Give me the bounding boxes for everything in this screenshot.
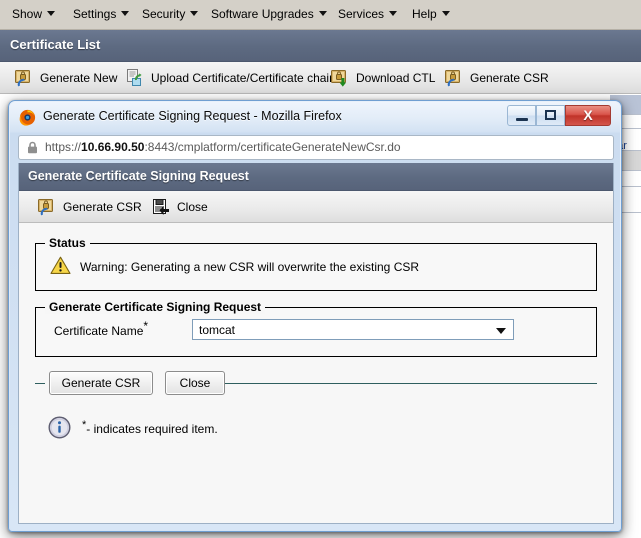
chevron-down-icon [389, 11, 398, 17]
csr-form-fieldset: Generate Certificate Signing Request Cer… [35, 300, 597, 357]
toolbar-button-upload-certificate[interactable]: Upload Certificate/Certificate chain [121, 62, 340, 94]
menu-label: Help [412, 7, 437, 21]
dialog-toolbar-generate-csr[interactable]: Generate CSR [33, 191, 146, 223]
dialog-action-buttons: Generate CSR Close [35, 371, 597, 395]
menu-label: Software Upgrades [211, 7, 314, 21]
lock-icon [27, 141, 38, 154]
certificate-refresh-icon [37, 197, 57, 217]
dialog-window-title: Generate Certificate Signing Request - M… [43, 109, 342, 123]
dialog-header-bar: Generate Certificate Signing Request [19, 163, 613, 191]
dialog-titlebar[interactable]: Generate Certificate Signing Request - M… [10, 102, 621, 133]
url-text: https://10.66.90.50:8443/cmplatform/cert… [45, 140, 401, 154]
warning-triangle-icon [50, 256, 71, 278]
toolbar-button-generate-new[interactable]: Generate New [10, 62, 121, 94]
minimize-icon [516, 118, 528, 121]
menu-label: Show [12, 7, 43, 21]
dialog-header-title: Generate Certificate Signing Request [28, 169, 249, 183]
toolbar-label: Generate New [40, 71, 118, 85]
close-button[interactable]: X [565, 105, 611, 126]
chevron-down-icon [121, 11, 130, 17]
url-host: 10.66.90.50 [81, 140, 145, 154]
dialog-toolbar-close[interactable]: Close [147, 191, 212, 223]
certificate-refresh-icon [444, 68, 464, 88]
chevron-down-icon [496, 328, 506, 334]
status-fieldset: Status Warning: Generating a new CSR wil… [35, 236, 597, 291]
generate-csr-button[interactable]: Generate CSR [49, 371, 153, 395]
close-button-form[interactable]: Close [165, 371, 225, 395]
certificate-name-label: Certificate Name* [54, 320, 148, 338]
toolbar-label: Close [177, 200, 208, 214]
certificate-name-select[interactable]: tomcat [192, 319, 514, 340]
dialog-content: Generate Certificate Signing Request Gen… [18, 163, 614, 524]
menu-label: Services [338, 7, 385, 21]
status-warning-row: Warning: Generating a new CSR will overw… [50, 256, 419, 278]
menu-item-show[interactable]: Show [6, 0, 61, 29]
main-menubar: Show Settings Security Software Upgrades… [0, 0, 641, 30]
field-label-text: Certificate Name [54, 324, 144, 338]
chevron-down-icon [190, 11, 199, 17]
generate-csr-dialog-window: Generate Certificate Signing Request - M… [8, 100, 622, 532]
required-marker: * [143, 319, 149, 333]
menu-item-software-upgrades[interactable]: Software Upgrades [205, 0, 333, 29]
toolbar-button-generate-csr[interactable]: Generate CSR [440, 62, 553, 94]
url-path: :8443/cmplatform/certificateGenerateNewC… [144, 140, 401, 154]
required-item-note: *- indicates required item. [48, 416, 218, 442]
url-scheme: https:// [45, 140, 82, 154]
certificate-download-icon [330, 68, 350, 88]
status-legend: Status [45, 236, 90, 250]
maximize-icon [545, 110, 556, 120]
minimize-button[interactable] [507, 105, 536, 126]
url-bar[interactable]: https://10.66.90.50:8443/cmplatform/cert… [18, 135, 614, 160]
menu-item-security[interactable]: Security [136, 0, 204, 29]
menu-item-help[interactable]: Help [406, 0, 456, 29]
status-warning-text: Warning: Generating a new CSR will overw… [80, 260, 420, 274]
maximize-button[interactable] [536, 105, 565, 126]
menu-label: Settings [73, 7, 117, 21]
upload-certificate-icon [125, 68, 145, 88]
dialog-body: Status Warning: Generating a new CSR wil… [19, 223, 613, 523]
page-title: Certificate List [10, 37, 101, 52]
close-document-icon [151, 197, 171, 217]
group-rule-right [201, 383, 597, 384]
toolbar-label: Generate CSR [63, 200, 142, 214]
toolbar-label: Download CTL [356, 71, 436, 85]
page-header-bar: Certificate List [0, 30, 641, 62]
group-rule-left [35, 383, 45, 384]
dialog-toolbar: Generate CSR Close [19, 191, 613, 223]
certificate-refresh-icon [14, 68, 34, 88]
toolbar-label: Generate CSR [470, 71, 549, 85]
toolbar-label: Upload Certificate/Certificate chain [151, 71, 336, 85]
form-legend: Generate Certificate Signing Request [45, 300, 266, 314]
required-item-label: - indicates required item. [86, 422, 218, 436]
menu-item-services[interactable]: Services [332, 0, 403, 29]
required-item-text: *- indicates required item. [82, 420, 218, 437]
toolbar-button-download-ctl[interactable]: Download CTL [326, 62, 439, 94]
chevron-down-icon [441, 11, 450, 17]
certificate-name-value: tomcat [199, 323, 236, 337]
firefox-logo-icon [19, 109, 36, 126]
chevron-down-icon [47, 11, 56, 17]
close-icon: X [583, 107, 593, 123]
menu-item-settings[interactable]: Settings [67, 0, 135, 29]
page-toolbar: Generate New Upload Certificate/Certific… [0, 62, 641, 94]
info-circle-icon [48, 416, 71, 442]
window-frame: Generate Certificate Signing Request - M… [10, 102, 620, 530]
chevron-down-icon [318, 11, 327, 17]
menu-label: Security [142, 7, 186, 21]
